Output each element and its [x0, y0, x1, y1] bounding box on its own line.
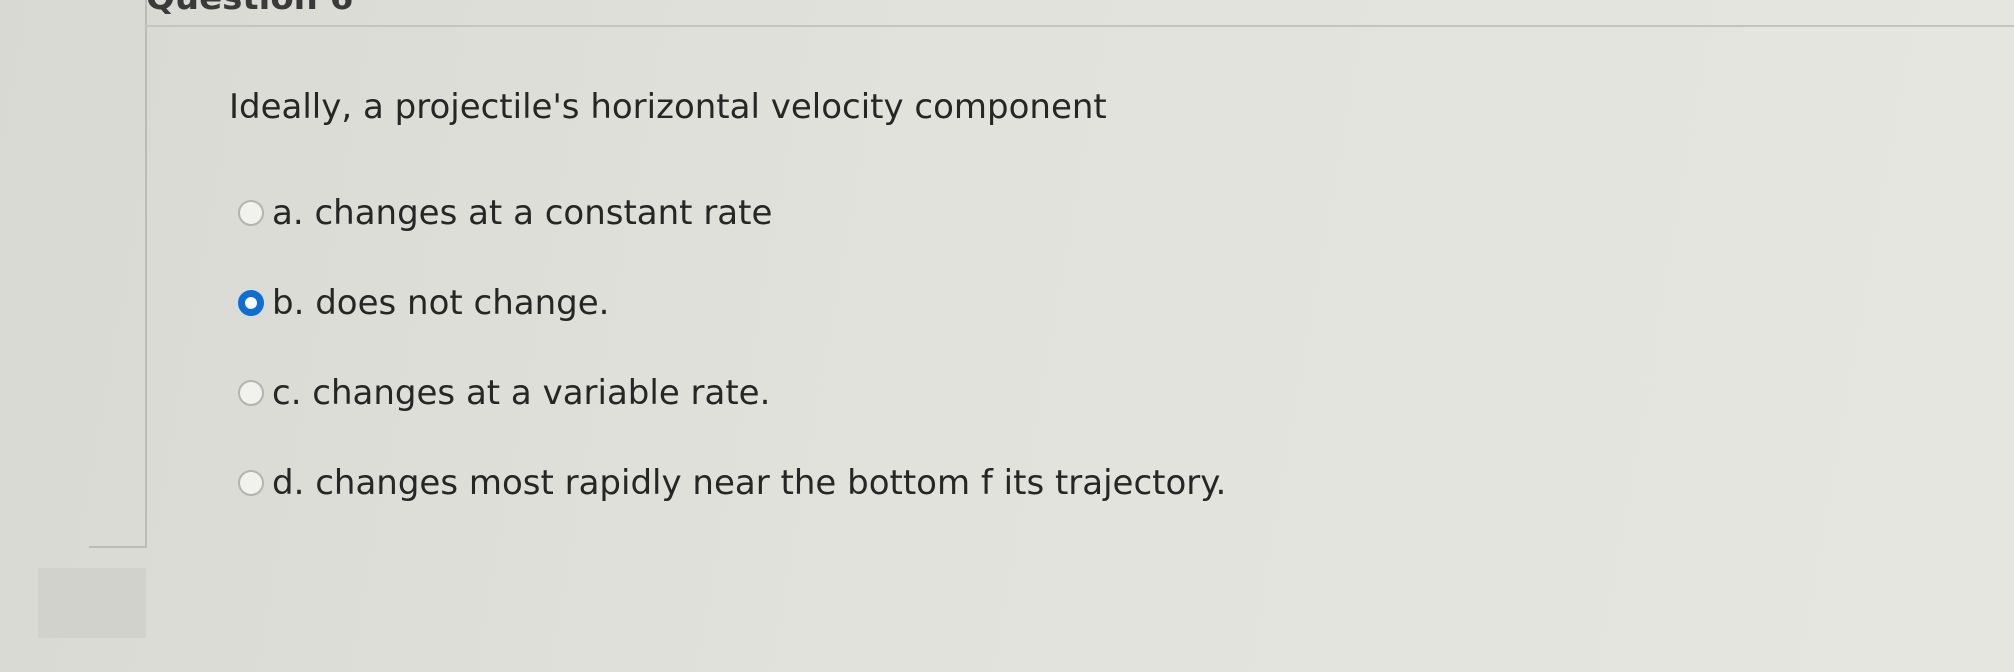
answer-option-d[interactable]: d. changes most rapidly near the bottom … [238, 438, 1226, 528]
side-tab [38, 568, 146, 638]
radio-button-a[interactable] [238, 200, 264, 226]
radio-button-b[interactable] [238, 290, 264, 316]
radio-button-d[interactable] [238, 470, 264, 496]
answer-options: a. changes at a constant rate b. does no… [238, 168, 1226, 528]
answer-label-d: d. changes most rapidly near the bottom … [272, 463, 1227, 503]
answer-option-b[interactable]: b. does not change. [238, 258, 1226, 348]
answer-option-a[interactable]: a. changes at a constant rate [238, 168, 1226, 258]
answer-label-a: a. changes at a constant rate [272, 193, 773, 233]
answer-label-c: c. changes at a variable rate. [272, 373, 771, 413]
question-prompt: Ideally, a projectile's horizontal veloc… [229, 87, 1107, 127]
question-title: Question 6 [146, 0, 353, 18]
question-panel-frame [89, 0, 147, 548]
header-divider [146, 25, 2014, 27]
radio-button-c[interactable] [238, 380, 264, 406]
answer-option-c[interactable]: c. changes at a variable rate. [238, 348, 1226, 438]
answer-label-b: b. does not change. [272, 283, 610, 323]
